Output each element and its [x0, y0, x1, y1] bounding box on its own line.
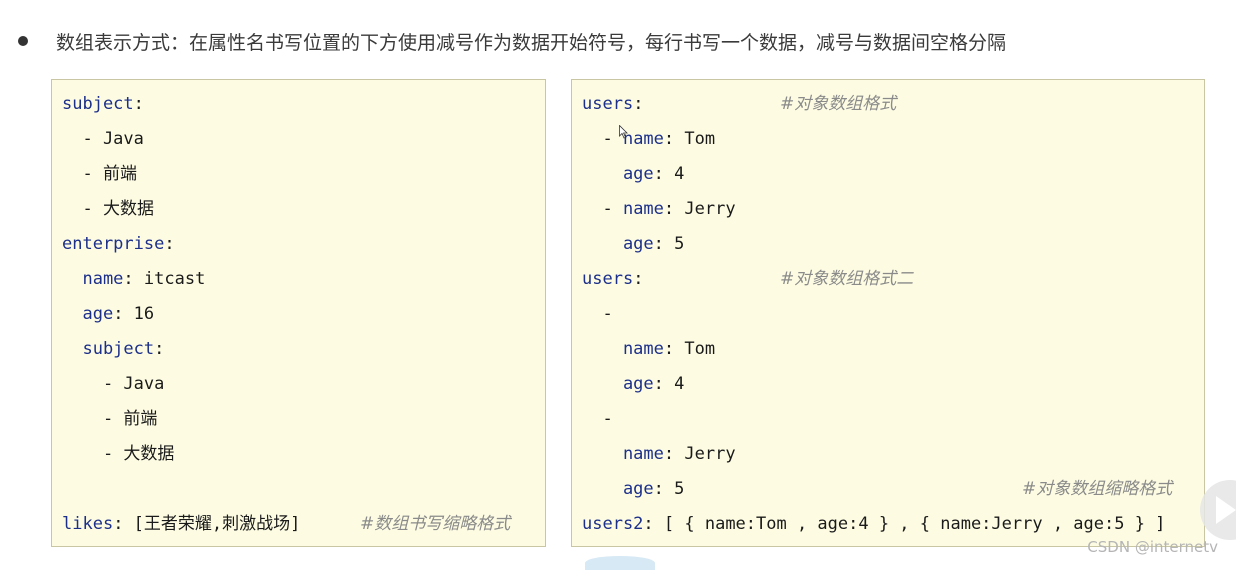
code-line: age: 5	[582, 230, 684, 258]
code-line: name: Tom	[582, 335, 715, 363]
yaml-key: age	[62, 304, 114, 324]
code-line: users:	[582, 90, 643, 118]
code-line: - Java	[62, 370, 164, 398]
bullet-heading: 数组表示方式：在属性名书写位置的下方使用减号作为数据开始符号，每行书写一个数据，…	[14, 26, 1006, 56]
yaml-object-array-example-box: users: #对象数组格式 - name: Tom age: 4 - name:…	[571, 79, 1205, 547]
code-line: age: 4	[582, 370, 684, 398]
code-line: - 前端	[62, 405, 157, 433]
yaml-key: age	[582, 164, 654, 184]
yaml-value: : Jerry	[663, 199, 736, 219]
code-line: - Java	[62, 125, 144, 153]
yaml-value: [王者荣耀,刺激战场]	[133, 514, 301, 534]
yaml-key: name	[622, 129, 664, 149]
code-line: -	[582, 300, 613, 328]
yaml-punct: :	[633, 269, 644, 289]
yaml-value: : Tom	[663, 129, 716, 149]
yaml-key: users	[582, 269, 634, 289]
yaml-key: users	[582, 94, 634, 114]
watermark: CSDN @internetv	[1087, 538, 1218, 556]
yaml-value: [ { name:Tom , age:4 } , { name:Jerry , …	[663, 514, 1166, 534]
yaml-punct: :	[643, 514, 664, 534]
yaml-value: Jerry	[684, 444, 736, 464]
yaml-key: subject	[62, 94, 134, 114]
yaml-value: 4	[674, 164, 685, 184]
yaml-key: name	[62, 269, 124, 289]
code-line: users2: [ { name:Tom , age:4 } , { name:…	[582, 510, 1165, 538]
code-line: - 大数据	[62, 440, 174, 468]
yaml-key: age	[582, 479, 654, 499]
yaml-value: 4	[674, 374, 685, 394]
yaml-key: likes	[62, 514, 114, 534]
play-button[interactable]	[1200, 480, 1236, 540]
yaml-key: users2	[582, 514, 644, 534]
yaml-value: 5	[674, 234, 685, 254]
code-line: - name: Jerry	[582, 195, 736, 223]
code-line: name: itcast	[62, 265, 205, 293]
yaml-punct: - Java	[62, 374, 165, 394]
yaml-key: age	[582, 374, 654, 394]
yaml-punct: :	[154, 339, 165, 359]
code-line: subject:	[62, 90, 144, 118]
yaml-value: 16	[133, 304, 155, 324]
yaml-punct: :	[653, 164, 675, 184]
code-line: age: 4	[582, 160, 684, 188]
yaml-array-example-box: subject: - Java - 前端 - 大数据 enterprise: na…	[51, 79, 546, 547]
yaml-punct: :	[663, 339, 685, 359]
code-line: - 大数据	[62, 195, 154, 223]
yaml-punct: :	[164, 234, 175, 254]
code-line: - name: Tom	[582, 125, 715, 153]
yaml-punct: - 前端	[62, 409, 158, 429]
yaml-punct: - 前端	[62, 164, 137, 184]
yaml-value: Tom	[684, 339, 716, 359]
yaml-value: itcast	[143, 269, 206, 289]
yaml-punct: -	[582, 199, 623, 219]
yaml-comment: #对象数组格式二	[780, 269, 914, 289]
yaml-key: name	[582, 444, 664, 464]
code-line: likes: [王者荣耀,刺激战场]	[62, 510, 300, 538]
mouse-cursor-icon	[619, 125, 628, 139]
yaml-comment: #对象数组缩略格式	[1022, 479, 1173, 499]
play-icon	[1216, 496, 1236, 524]
code-line: enterprise:	[62, 230, 175, 258]
yaml-punct: :	[123, 269, 144, 289]
code-line: users:	[582, 265, 643, 293]
yaml-key: subject	[62, 339, 155, 359]
yaml-punct: -	[582, 409, 613, 429]
code-line: name: Jerry	[582, 440, 736, 468]
yaml-punct: :	[113, 514, 134, 534]
yaml-punct: :	[653, 479, 675, 499]
code-line: - 前端	[62, 160, 137, 188]
yaml-punct: -	[582, 129, 623, 149]
yaml-comment: #数组书写缩略格式	[360, 514, 511, 534]
code-line: -	[582, 405, 613, 433]
code-line: subject:	[62, 335, 164, 363]
yaml-value: 5	[674, 479, 685, 499]
yaml-punct: :	[653, 234, 675, 254]
yaml-punct: :	[633, 94, 644, 114]
code-line: age: 5	[582, 475, 684, 503]
yaml-key: name	[582, 339, 664, 359]
code-line: age: 16	[62, 300, 154, 328]
yaml-punct: :	[653, 374, 675, 394]
yaml-comment: #对象数组格式	[780, 94, 897, 114]
decorative-wave	[585, 556, 655, 570]
yaml-punct: - Java	[62, 129, 144, 149]
yaml-punct: - 大数据	[62, 444, 175, 464]
yaml-punct: :	[113, 304, 134, 324]
yaml-key: enterprise	[62, 234, 165, 254]
yaml-punct: -	[582, 304, 613, 324]
yaml-punct: :	[663, 444, 685, 464]
yaml-key: age	[582, 234, 654, 254]
bullet-dot-icon	[18, 36, 28, 46]
yaml-punct: :	[133, 94, 144, 114]
yaml-punct: - 大数据	[62, 199, 154, 219]
yaml-key: name	[622, 199, 664, 219]
heading-text: 数组表示方式：在属性名书写位置的下方使用减号作为数据开始符号，每行书写一个数据，…	[56, 31, 1007, 54]
